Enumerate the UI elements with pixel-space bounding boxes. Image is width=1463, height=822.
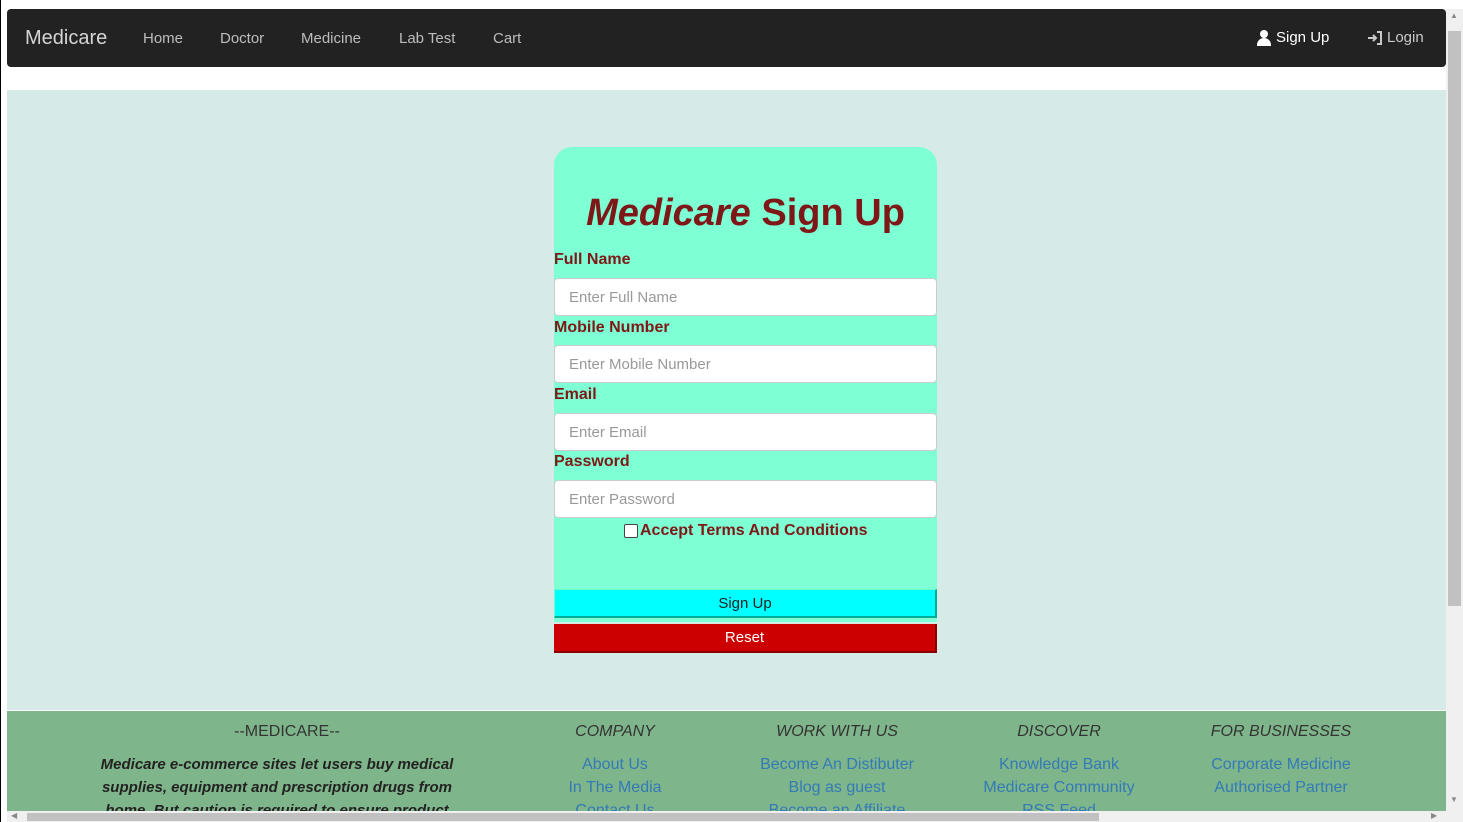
reset-button[interactable]: Reset [554,624,937,653]
login-icon [1368,30,1382,45]
footer-desc-line: home. But caution is required to ensure … [105,802,449,811]
footer-link[interactable]: Corporate Medicine [1171,753,1391,776]
browser-viewport: Medicare Home Doctor Medicine Lab Test C… [0,0,1463,822]
scroll-left-icon[interactable]: ◀ [11,811,17,820]
page-footer: --MEDICARE-- Medicare e-commerce sites l… [7,711,1446,811]
fullname-input[interactable] [554,278,937,316]
footer-desc-line: Medicare e-commerce sites let users buy … [100,756,454,773]
footer-link[interactable]: Contact Us [515,799,715,811]
password-input[interactable] [554,480,937,518]
password-label: Password [554,453,630,470]
terms-row: Accept Terms And Conditions [624,522,868,540]
footer-link[interactable]: Blog as guest [717,776,957,799]
footer-link[interactable]: In The Media [515,776,715,799]
nav-doctor-link[interactable]: Doctor [220,30,264,47]
footer-medicare-heading: --MEDICARE-- [234,723,340,740]
mobile-label: Mobile Number [554,319,670,336]
user-icon [1256,29,1272,46]
nav-signup-link[interactable]: Sign Up [1256,29,1329,46]
nav-cart-link[interactable]: Cart [493,30,521,47]
footer-link[interactable]: Become an Affiliate [717,799,957,811]
footer-work-list: Become An Distibuter Blog as guest Becom… [717,753,957,811]
footer-desc-line: supplies, equipment and prescription dru… [101,779,453,796]
footer-discover-list: Knowledge Bank Medicare Community RSS Fe… [959,753,1159,811]
title-brand: Medicare [586,192,751,234]
footer-link[interactable]: Medicare Community [959,776,1159,799]
title-sign: Sign [761,192,844,234]
mobile-input[interactable] [554,345,937,383]
footer-link[interactable]: RSS Feed [959,799,1159,811]
scroll-down-icon[interactable]: ▼ [1450,795,1458,804]
scrollbar-corner [1446,811,1463,822]
footer-link[interactable]: Become An Distibuter [717,753,957,776]
signup-button[interactable]: Sign Up [554,589,937,618]
footer-business-list: Corporate Medicine Authorised Partner [1171,753,1391,799]
signup-title: Medicare Sign Up [554,192,937,235]
horizontal-scrollbar[interactable]: ◀ ▶ [7,811,1446,822]
footer-description: Medicare e-commerce sites let users buy … [87,753,467,811]
footer-work-heading: WORK WITH US [776,723,898,740]
terms-label: Accept Terms And Conditions [640,522,868,539]
horizontal-scroll-thumb[interactable] [27,813,1099,821]
vertical-scroll-thumb[interactable] [1448,31,1461,606]
nav-login-link[interactable]: Login [1367,29,1424,46]
footer-link[interactable]: About Us [515,753,715,776]
scroll-right-icon[interactable]: ▶ [1431,811,1437,820]
footer-business-heading: FOR BUSINESSES [1210,723,1352,740]
footer-link[interactable]: Authorised Partner [1171,776,1391,799]
title-up: Up [854,192,905,234]
fullname-label: Full Name [554,251,631,268]
nav-signup-label: Sign Up [1276,29,1330,46]
main-content: Medicare Sign Up Full Name Mobile Number… [7,90,1446,710]
signup-card: Medicare Sign Up Full Name Mobile Number… [554,147,937,622]
nav-medicine-link[interactable]: Medicine [301,30,361,47]
nav-labtest-link[interactable]: Lab Test [399,30,455,47]
terms-checkbox[interactable] [624,524,638,538]
nav-login-label: Login [1387,29,1424,46]
top-navbar: Medicare Home Doctor Medicine Lab Test C… [7,9,1446,67]
footer-company-heading: COMPANY [575,723,655,740]
email-label: Email [554,386,597,403]
email-input[interactable] [554,413,937,451]
scroll-up-icon[interactable]: ▲ [1450,11,1458,20]
window-border [0,0,1,822]
brand-link[interactable]: Medicare [25,27,107,50]
footer-company-list: About Us In The Media Contact Us [515,753,715,811]
footer-link[interactable]: Knowledge Bank [959,753,1159,776]
nav-home-link[interactable]: Home [143,30,183,47]
footer-discover-heading: DISCOVER [1017,723,1101,740]
vertical-scrollbar[interactable]: ▲ ▼ [1446,9,1463,811]
